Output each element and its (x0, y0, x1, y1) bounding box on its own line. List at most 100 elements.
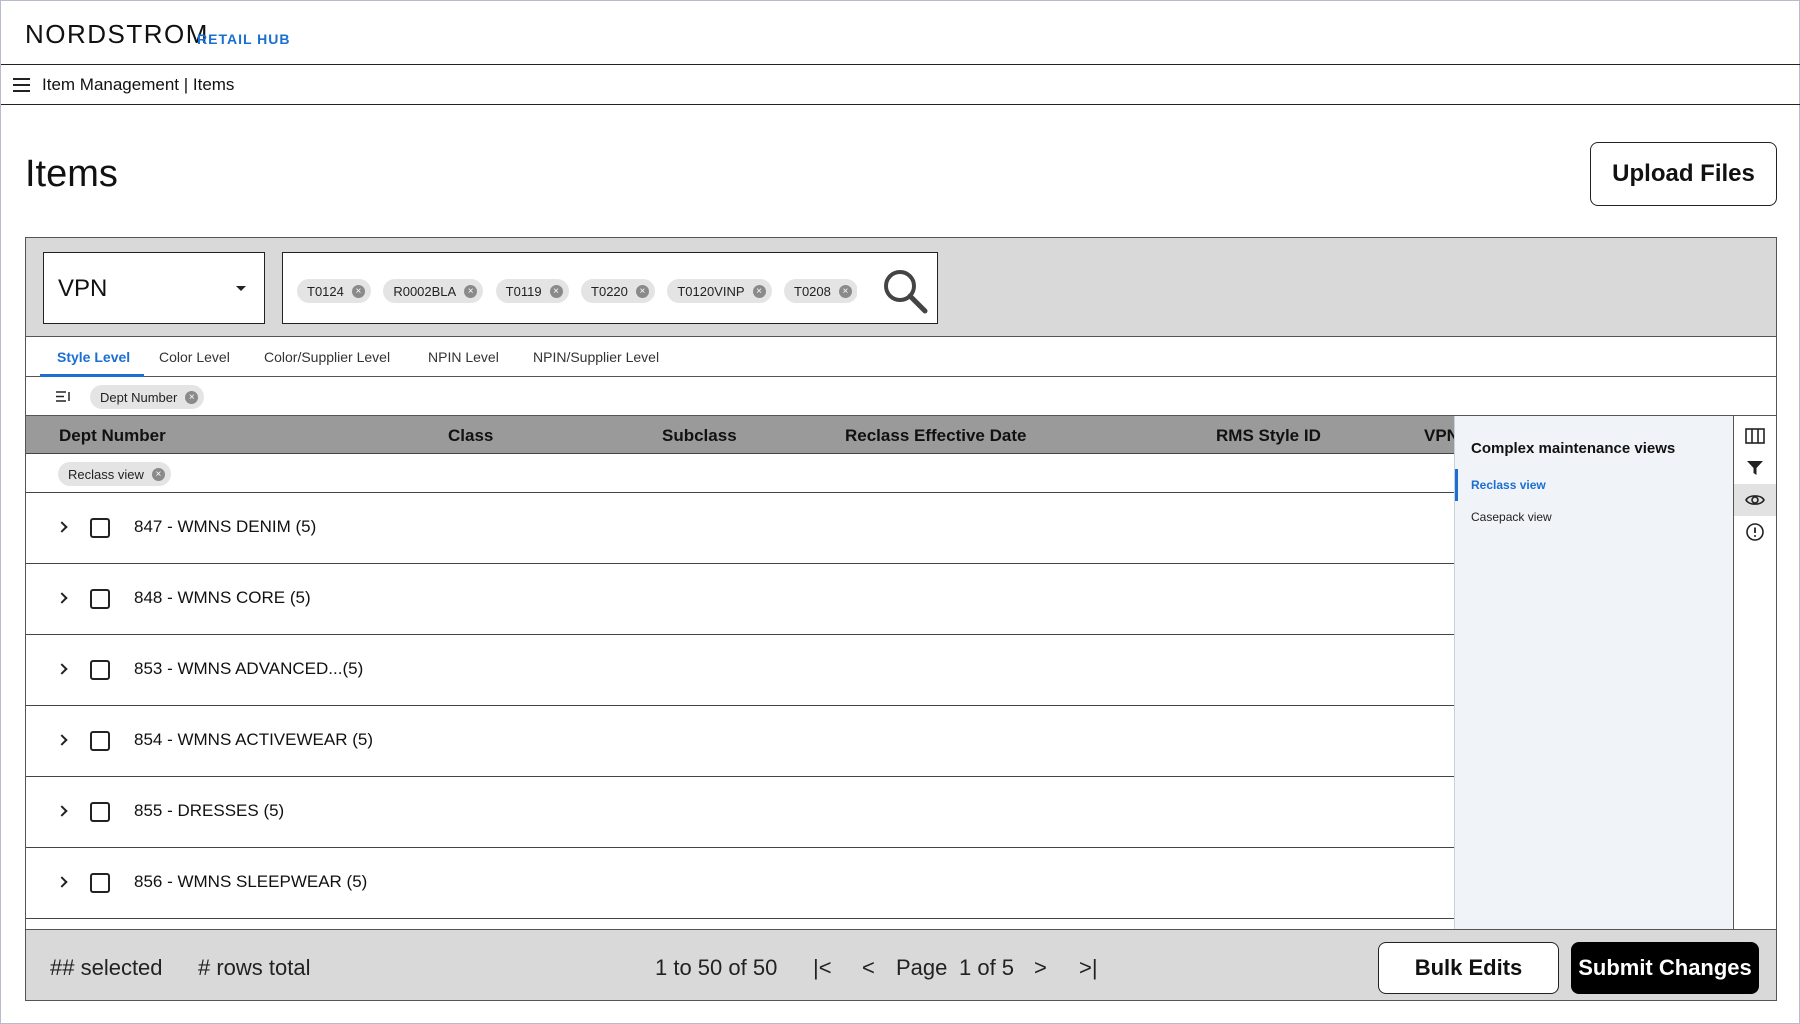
column-header-subclass[interactable]: Subclass (662, 426, 737, 446)
expand-chevron-icon[interactable] (56, 876, 68, 888)
row-label: 848 - WMNS CORE (5) (134, 588, 311, 607)
search-chip: R0002BLA × (383, 279, 484, 303)
row-label: 856 - WMNS SLEEPWEAR (5) (134, 872, 368, 891)
search-chip: T0124 × (297, 279, 371, 303)
complex-views-panel: Complex maintenance views Reclass view C… (1454, 416, 1733, 929)
chip-remove-icon[interactable]: × (351, 284, 365, 298)
chip-remove-icon[interactable]: × (464, 284, 478, 298)
nav-bar: Item Management | Items (1, 65, 1800, 105)
columns-icon[interactable] (1734, 420, 1776, 452)
chip-remove-icon[interactable]: × (752, 284, 766, 298)
expand-chevron-icon[interactable] (56, 663, 68, 675)
table-row: 847 - WMNS DENIM (5) (26, 493, 1454, 564)
row-checkbox[interactable] (90, 802, 110, 822)
rows-total: # rows total (198, 955, 311, 980)
table-row: 848 - WMNS CORE (5) (26, 564, 1454, 635)
hamburger-menu-icon[interactable] (13, 78, 30, 92)
tab-npin-level[interactable]: NPIN Level (428, 349, 499, 365)
row-checkbox[interactable] (90, 731, 110, 751)
search-field-value: VPN (58, 275, 108, 302)
chip-label: R0002BLA (393, 283, 457, 299)
tab-color-supplier-level[interactable]: Color/Supplier Level (264, 349, 390, 365)
panel-title: Complex maintenance views (1471, 440, 1676, 457)
group-by-row: Dept Number × (25, 377, 1777, 416)
row-checkbox[interactable] (90, 589, 110, 609)
grid-footer: ## selected # rows total 1 to 50 of 50 |… (25, 929, 1777, 1001)
next-page-button[interactable]: > (1034, 955, 1047, 981)
expand-chevron-icon[interactable] (56, 521, 68, 533)
page-title: Items (25, 153, 118, 195)
chip-remove-icon[interactable]: × (185, 390, 199, 404)
column-header-vpn[interactable]: VPN (1424, 426, 1454, 446)
column-header-rms-style-id[interactable]: RMS Style ID (1216, 426, 1321, 446)
selected-count: ## selected (50, 955, 163, 980)
chip-remove-icon[interactable]: × (635, 284, 649, 298)
page-range: 1 to 50 of 50 (655, 955, 778, 980)
prev-page-button[interactable]: < (862, 955, 875, 981)
last-page-button[interactable]: >| (1079, 955, 1098, 981)
items-grid: Dept Number Class Subclass Reclass Effec… (25, 416, 1454, 929)
row-checkbox[interactable] (90, 873, 110, 893)
table-row: 856 - WMNS SLEEPWEAR (5) (26, 848, 1454, 919)
search-chip: T0220 × (581, 279, 655, 303)
view-option-casepack[interactable]: Casepack view (1471, 510, 1552, 524)
active-view-row: Reclass view × (26, 454, 1454, 493)
search-chips: T0124 × R0002BLA × T0119 × T0220 × T0120VINP… (297, 279, 857, 303)
tab-npin-supplier-level[interactable]: NPIN/Supplier Level (533, 349, 659, 365)
chip-label: T0124 (307, 283, 344, 299)
row-label: 855 - DRESSES (5) (134, 801, 285, 820)
chip-label: T0119 (505, 283, 542, 299)
search-panel: VPN T0124 × R0002BLA × T0119 × T0220 × T0120… (25, 237, 1777, 337)
chip-label: T0220 (591, 283, 628, 299)
submit-changes-button[interactable]: Submit Changes (1571, 942, 1759, 994)
chip-remove-icon[interactable]: × (549, 284, 563, 298)
grid-header: Dept Number Class Subclass Reclass Effec… (26, 416, 1454, 454)
tab-style-level[interactable]: Style Level (57, 349, 130, 365)
eye-icon[interactable] (1734, 484, 1776, 516)
upload-files-button[interactable]: Upload Files (1590, 142, 1777, 206)
chip-remove-icon[interactable]: × (838, 284, 852, 298)
breadcrumb[interactable]: Item Management | Items (42, 75, 234, 95)
bulk-edits-button[interactable]: Bulk Edits (1378, 942, 1559, 994)
group-by-chip: Dept Number × (90, 385, 205, 409)
top-header: NORDSTROM RETAIL HUB (1, 1, 1800, 65)
group-sort-icon[interactable] (56, 391, 71, 402)
search-chip: T0120VINP × (667, 279, 772, 303)
view-chip: Reclass view × (58, 462, 171, 486)
filter-icon[interactable] (1734, 452, 1776, 484)
column-header-reclass-effective-date[interactable]: Reclass Effective Date (845, 426, 1026, 446)
tool-rail (1733, 416, 1777, 929)
expand-chevron-icon[interactable] (56, 592, 68, 604)
column-header-class[interactable]: Class (448, 426, 493, 446)
view-option-reclass[interactable]: Reclass view (1471, 478, 1546, 492)
active-view-indicator (1455, 469, 1458, 501)
table-row: 854 - WMNS ACTIVEWEAR (5) (26, 706, 1454, 777)
table-row: 853 - WMNS ADVANCED...(5) (26, 635, 1454, 706)
search-field-select[interactable]: VPN (43, 252, 265, 324)
brand-logo[interactable]: NORDSTROM (25, 19, 209, 50)
alert-icon[interactable] (1734, 516, 1776, 548)
chip-remove-icon[interactable]: × (151, 467, 165, 481)
search-icon[interactable] (881, 267, 929, 315)
chip-label: T0208 (794, 283, 831, 299)
column-header-dept-number[interactable]: Dept Number (59, 426, 166, 446)
table-row: 855 - DRESSES (5) (26, 777, 1454, 848)
search-chip: T0119 × (495, 279, 569, 303)
expand-chevron-icon[interactable] (56, 805, 68, 817)
expand-chevron-icon[interactable] (56, 734, 68, 746)
chip-label: Dept Number (100, 389, 178, 405)
search-input[interactable]: T0124 × R0002BLA × T0119 × T0220 × T0120VINP… (282, 252, 938, 324)
grid-rows: 847 - WMNS DENIM (5) 848 - WMNS CORE (5)… (26, 493, 1454, 919)
caret-down-icon (236, 286, 246, 291)
page-label: Page (896, 955, 948, 980)
brand-subtitle: RETAIL HUB (197, 31, 291, 47)
chip-label: T0120VINP (677, 283, 745, 299)
row-label: 847 - WMNS DENIM (5) (134, 517, 317, 536)
first-page-button[interactable]: |< (813, 955, 832, 981)
chip-label: Reclass view (68, 466, 144, 482)
row-checkbox[interactable] (90, 518, 110, 538)
row-label: 854 - WMNS ACTIVEWEAR (5) (134, 730, 373, 749)
row-checkbox[interactable] (90, 660, 110, 680)
tab-color-level[interactable]: Color Level (159, 349, 230, 365)
row-label: 853 - WMNS ADVANCED...(5) (134, 659, 364, 678)
